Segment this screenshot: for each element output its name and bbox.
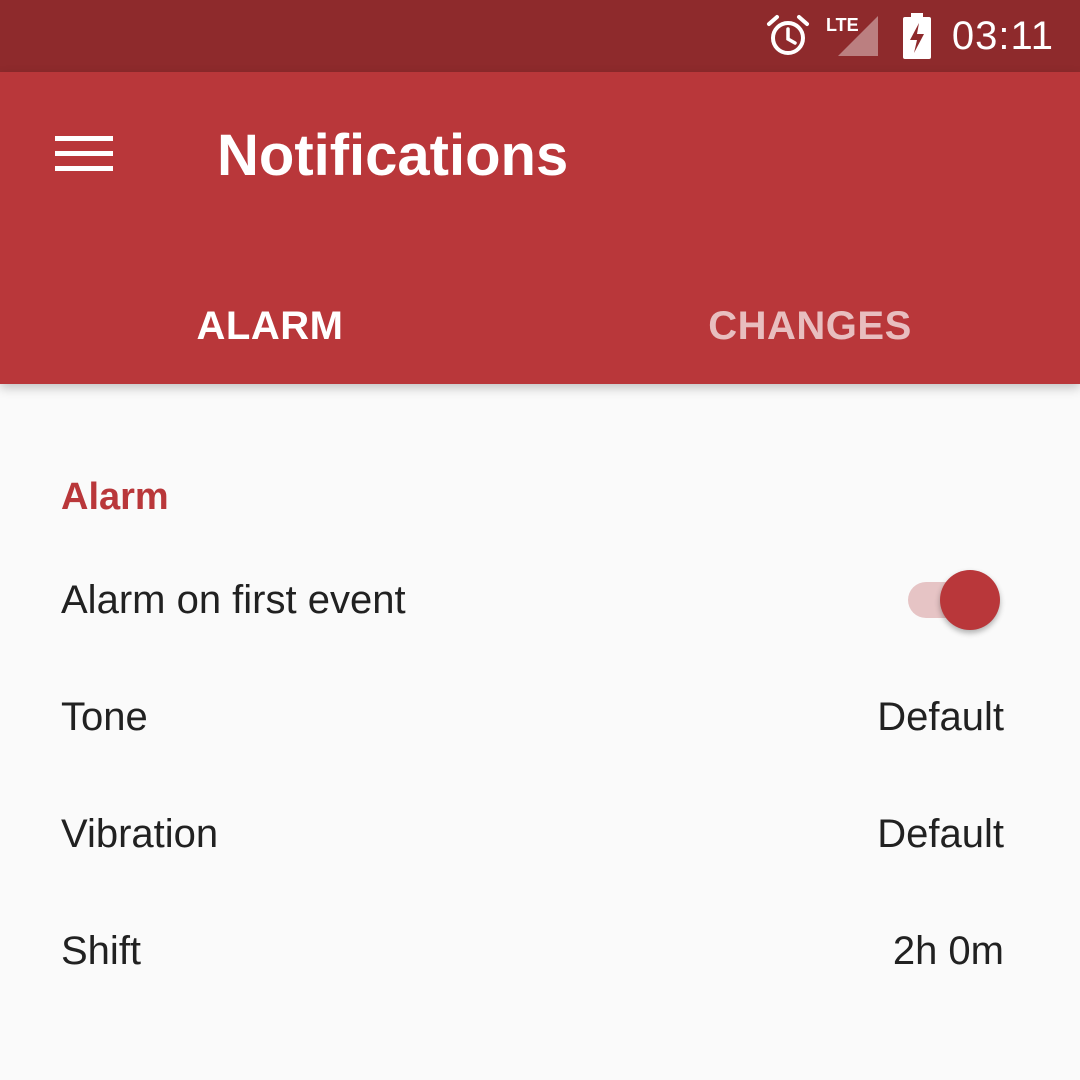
setting-value: Default (877, 811, 1004, 856)
tab-bar: ALARM CHANGES (0, 268, 1080, 384)
alarm-clock-icon (764, 12, 812, 60)
hamburger-menu-icon (55, 134, 113, 179)
setting-label: Shift (61, 928, 142, 973)
network-type-label: LTE (826, 15, 859, 35)
setting-label: Vibration (61, 811, 219, 856)
status-bar: LTE 03:11 (0, 0, 1080, 72)
section-header-alarm: Alarm (61, 476, 169, 518)
menu-button[interactable] (44, 124, 124, 188)
setting-alarm-on-first-event[interactable]: Alarm on first event (0, 542, 1080, 658)
setting-value: Default (877, 694, 1004, 739)
status-time: 03:11 (951, 13, 1054, 58)
setting-value: 2h 0m (892, 928, 1004, 973)
app-bar: Notifications ALARM CHANGES (0, 72, 1080, 384)
page-title: Notifications (217, 123, 569, 188)
battery-charging-icon (902, 13, 932, 59)
setting-label: Tone (61, 694, 148, 739)
setting-vibration[interactable]: Vibration Default (0, 776, 1080, 892)
lte-signal-icon: LTE (826, 12, 882, 60)
setting-shift[interactable]: Shift 2h 0m (0, 893, 1080, 1009)
alarm-on-first-event-toggle[interactable] (904, 570, 1004, 630)
toggle-thumb (940, 570, 1000, 630)
tab-changes[interactable]: CHANGES (540, 268, 1080, 384)
setting-tone[interactable]: Tone Default (0, 659, 1080, 775)
setting-label: Alarm on first event (61, 577, 406, 622)
tab-alarm[interactable]: ALARM (0, 268, 540, 384)
